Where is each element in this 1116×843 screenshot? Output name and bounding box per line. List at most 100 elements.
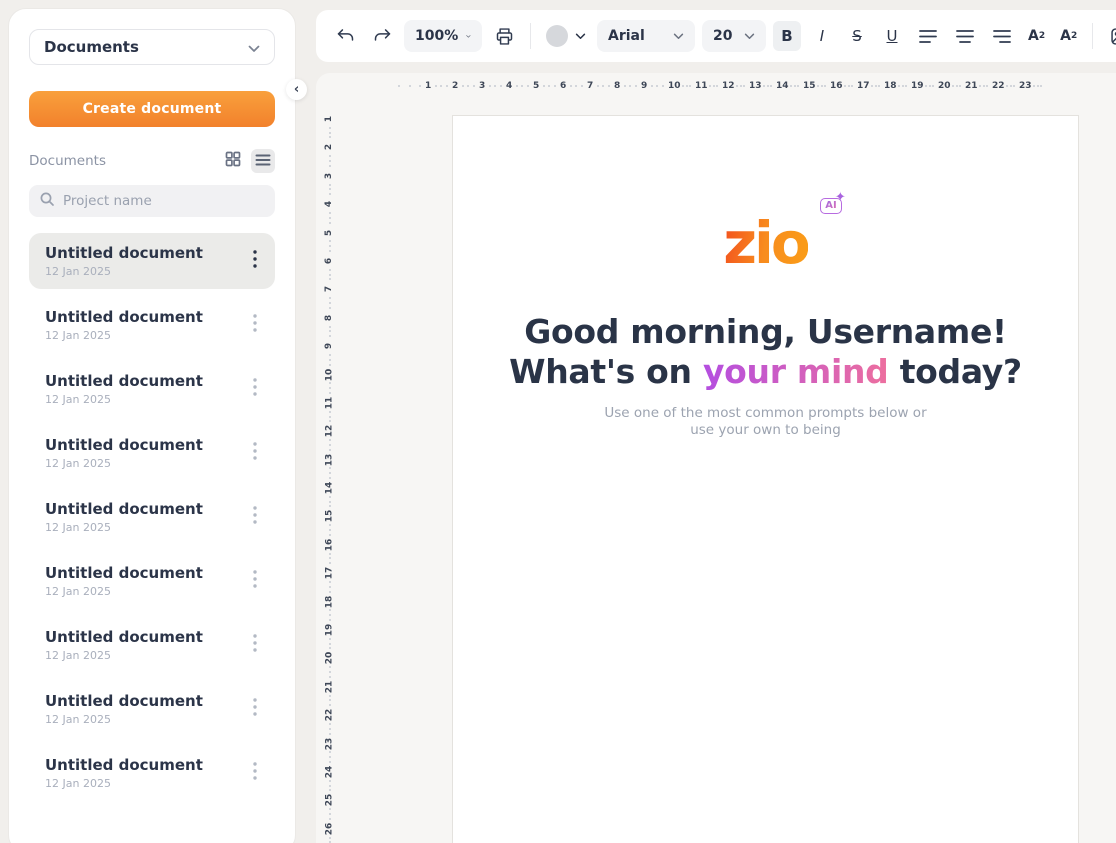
- ruler-tick: [329, 751, 331, 753]
- document-info: Untitled document12 Jan 2025: [45, 372, 245, 406]
- document-date: 12 Jan 2025: [45, 265, 245, 278]
- italic-button[interactable]: I: [808, 21, 836, 51]
- document-list-item[interactable]: Untitled document12 Jan 2025: [29, 297, 275, 353]
- ruler-segment: 21: [963, 81, 990, 91]
- ruler-tick: [329, 449, 331, 451]
- ruler-tick: [329, 789, 331, 791]
- ruler-number: 8: [614, 81, 620, 91]
- document-list-item[interactable]: Untitled document12 Jan 2025: [29, 489, 275, 545]
- ruler-segment: 26: [322, 822, 337, 843]
- kebab-icon: [253, 378, 257, 400]
- font-family-select[interactable]: Arial: [597, 20, 695, 52]
- ruler-number: 11: [325, 397, 335, 410]
- document-list-item[interactable]: Untitled document12 Jan 2025: [29, 425, 275, 481]
- search-input[interactable]: [63, 193, 265, 209]
- ruler-tick: [329, 467, 331, 469]
- ruler-number: 17: [857, 81, 870, 91]
- ruler-tick: [329, 586, 331, 588]
- ruler-tick: [986, 85, 988, 87]
- superscript-button[interactable]: A2: [1024, 21, 1049, 51]
- ruler-tick: [521, 85, 523, 87]
- create-document-button[interactable]: Create document: [29, 91, 275, 127]
- underline-button[interactable]: U: [878, 21, 906, 51]
- ruler-segment: 17: [322, 566, 337, 594]
- superscript-label: A: [1028, 28, 1039, 44]
- document-menu-button[interactable]: [245, 761, 265, 785]
- align-center-icon: [956, 29, 974, 44]
- document-list-item[interactable]: Untitled document12 Jan 2025: [29, 745, 275, 801]
- workspace-selector[interactable]: Documents: [29, 29, 275, 65]
- list-view-button[interactable]: [251, 149, 275, 173]
- ruler-segment: 25: [322, 793, 337, 821]
- ruler-segment: 1: [423, 81, 450, 91]
- document-list: Untitled document12 Jan 2025 Untitled doc…: [29, 233, 275, 801]
- redo-button[interactable]: [367, 21, 397, 51]
- subtitle-line1: Use one of the most common prompts below…: [453, 405, 1078, 422]
- ruler-segment: 20: [322, 651, 337, 679]
- ruler-number: 5: [533, 81, 539, 91]
- document-info: Untitled document12 Jan 2025: [45, 628, 245, 662]
- ruler-tick: [716, 85, 718, 87]
- ruler-number: 25: [325, 794, 335, 807]
- ruler-tick: [329, 728, 331, 730]
- document-list-item[interactable]: Untitled document12 Jan 2025: [29, 233, 275, 289]
- document-menu-button[interactable]: [245, 633, 265, 657]
- bold-button[interactable]: B: [773, 21, 801, 51]
- ruler-tick: [1013, 85, 1015, 87]
- ruler-tick: [329, 477, 331, 479]
- ruler-number: 16: [830, 81, 843, 91]
- document-info: Untitled document12 Jan 2025: [45, 436, 245, 470]
- ruler-tick: [736, 85, 738, 87]
- print-button[interactable]: [489, 21, 519, 51]
- document-list-item[interactable]: Untitled document12 Jan 2025: [29, 681, 275, 737]
- ruler-tick: [329, 704, 331, 706]
- document-list-item[interactable]: Untitled document12 Jan 2025: [29, 361, 275, 417]
- ruler-tick: [624, 85, 626, 87]
- ruler-tick: [329, 387, 331, 389]
- document-date: 12 Jan 2025: [45, 649, 245, 662]
- grid-view-button[interactable]: [221, 149, 245, 173]
- ruler-tick: [959, 85, 961, 87]
- strikethrough-button[interactable]: S: [843, 21, 871, 51]
- align-left-button[interactable]: [913, 21, 943, 51]
- document-menu-button[interactable]: [245, 505, 265, 529]
- ruler-number: 7: [324, 286, 334, 292]
- insert-image-button[interactable]: [1104, 21, 1116, 51]
- text-color-button[interactable]: [542, 25, 590, 47]
- horizontal-ruler[interactable]: 1234567891011121314151617181920212223: [396, 79, 1044, 93]
- document-menu-button[interactable]: [245, 249, 265, 273]
- ruler-tick: [1033, 85, 1035, 87]
- chevron-down-icon: [673, 33, 684, 40]
- subscript-button[interactable]: A2: [1056, 21, 1081, 51]
- list-view-icon: [255, 152, 271, 171]
- ruler-number: 24: [325, 766, 335, 779]
- align-right-button[interactable]: [987, 21, 1017, 51]
- ruler-segment: 5: [322, 226, 337, 254]
- font-size-select[interactable]: 20: [702, 20, 766, 52]
- document-menu-button[interactable]: [245, 569, 265, 593]
- ruler-tick: [440, 85, 442, 87]
- undo-button[interactable]: [330, 21, 360, 51]
- ruler-segment: 17: [855, 81, 882, 91]
- ruler-tick: [767, 85, 769, 87]
- align-center-button[interactable]: [950, 21, 980, 51]
- document-menu-button[interactable]: [245, 377, 265, 401]
- ruler-tick: [329, 359, 331, 361]
- kebab-icon: [253, 314, 257, 336]
- document-page[interactable]: zio AI ✦ Good morning, Username! What's …: [452, 115, 1079, 843]
- document-list-item[interactable]: Untitled document12 Jan 2025: [29, 553, 275, 609]
- document-list-item[interactable]: Untitled document12 Jan 2025: [29, 617, 275, 673]
- document-menu-button[interactable]: [245, 441, 265, 465]
- ruler-tick: [329, 250, 331, 252]
- ruler-segment: 6: [558, 81, 585, 91]
- document-menu-button[interactable]: [245, 313, 265, 337]
- zoom-select[interactable]: 100%: [404, 20, 482, 52]
- ruler-tick: [570, 85, 572, 87]
- ruler-tick: [329, 647, 331, 649]
- vertical-ruler[interactable]: 1234567891011121314151617181920212223242…: [322, 112, 337, 843]
- document-menu-button[interactable]: [245, 697, 265, 721]
- ruler-tick: [329, 326, 331, 328]
- ruler-tick: [905, 85, 907, 87]
- zio-logo-text: zio: [723, 214, 808, 272]
- collapse-sidebar-button[interactable]: ‹: [286, 79, 307, 100]
